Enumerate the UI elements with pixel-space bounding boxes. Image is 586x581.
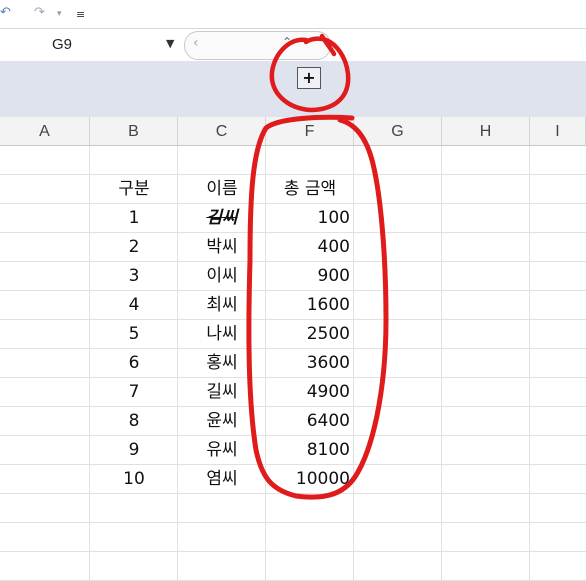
undo-icon[interactable]: ↶	[0, 5, 11, 20]
name-box-value[interactable]: G9	[52, 36, 72, 53]
column-header-h[interactable]: H	[442, 117, 530, 146]
cell-total[interactable]: 8100	[266, 436, 354, 465]
cell-total[interactable]: 2500	[266, 320, 354, 349]
cell-name[interactable]: 박씨	[178, 233, 266, 262]
column-header-f[interactable]: F	[266, 117, 354, 146]
cell-category[interactable]: 4	[90, 291, 178, 320]
cell-category[interactable]: 10	[90, 465, 178, 494]
name-box[interactable]: G9 ▼	[0, 29, 182, 60]
cell-total[interactable]: 1600	[266, 291, 354, 320]
customize-icon[interactable]: ≡	[76, 8, 85, 21]
column-header-b[interactable]: B	[90, 117, 178, 146]
formula-bar-row: G9 ▼ ‹ ⌃	[0, 28, 586, 62]
collapse-icon[interactable]: ‹	[193, 35, 199, 51]
cell-name[interactable]: 이씨	[178, 262, 266, 291]
cell-total[interactable]: 3600	[266, 349, 354, 378]
cell-total[interactable]: 100	[266, 204, 354, 233]
cell-name[interactable]: 윤씨	[178, 407, 266, 436]
column-header-a[interactable]: A	[0, 117, 90, 146]
cell-category[interactable]: 5	[90, 320, 178, 349]
cell-header-name[interactable]: 이름	[178, 175, 266, 204]
cell-category[interactable]: 7	[90, 378, 178, 407]
cell-total[interactable]: 900	[266, 262, 354, 291]
cell-total[interactable]: 10000	[266, 465, 354, 494]
cell-name[interactable]: 최씨	[178, 291, 266, 320]
cell-name[interactable]: 유씨	[178, 436, 266, 465]
cell-total[interactable]: 4900	[266, 378, 354, 407]
cell-category[interactable]: 2	[90, 233, 178, 262]
outline-bar	[0, 61, 586, 118]
cell-category[interactable]: 9	[90, 436, 178, 465]
cell-header-total[interactable]: 총 금액	[266, 175, 354, 204]
cell-header-category[interactable]: 구분	[90, 175, 178, 204]
column-header-i[interactable]: I	[530, 117, 586, 146]
cell-category[interactable]: 3	[90, 262, 178, 291]
cell-total[interactable]: 6400	[266, 407, 354, 436]
cell-name[interactable]: 길씨	[178, 378, 266, 407]
formula-collapse-control[interactable]: ‹ ⌃	[184, 31, 331, 60]
cell-name[interactable]: 나씨	[178, 320, 266, 349]
cell-category[interactable]: 8	[90, 407, 178, 436]
column-header-c[interactable]: C	[178, 117, 266, 146]
cell-total[interactable]: 400	[266, 233, 354, 262]
cell-name[interactable]: 염씨	[178, 465, 266, 494]
cell-category[interactable]: 1	[90, 204, 178, 233]
redo-icon[interactable]: ↷	[34, 5, 45, 20]
expand-group-button[interactable]: +	[297, 67, 321, 89]
cell-category[interactable]: 6	[90, 349, 178, 378]
cell-name[interactable]: 홍씨	[178, 349, 266, 378]
redo-dropdown-icon[interactable]: ▾	[57, 9, 62, 19]
quick-access-toolbar: ↶ ↷ ▾ ≡	[0, 0, 586, 28]
column-header-g[interactable]: G	[354, 117, 442, 146]
expand-icon[interactable]: ⌃	[282, 35, 292, 49]
chevron-down-icon[interactable]: ▼	[166, 37, 174, 50]
cell-name[interactable]: 김씨	[178, 204, 266, 233]
